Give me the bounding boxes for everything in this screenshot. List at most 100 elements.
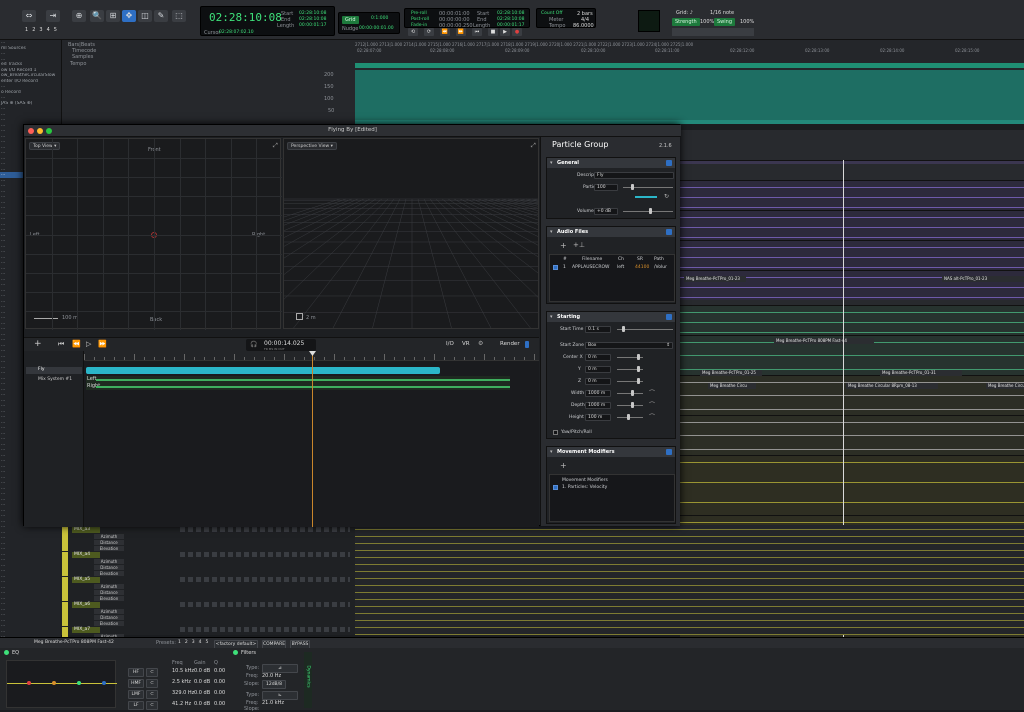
center-y-slider[interactable] (617, 366, 643, 372)
eq-band-gain[interactable]: 0.0 dB (194, 701, 210, 707)
tempo-value[interactable]: 86.0000 (573, 23, 594, 29)
height-slider[interactable] (617, 414, 643, 420)
track-controls[interactable] (180, 627, 350, 632)
mix-track-name[interactable]: MIX_a7 (72, 627, 100, 633)
depth-slider[interactable] (617, 402, 643, 408)
automation-lane[interactable]: Azimuth (94, 559, 124, 564)
time-display[interactable]: 🎧 00:00:14.025 FR MS IN OUT (246, 339, 316, 351)
plugin-playhead[interactable] (312, 351, 313, 527)
add-modifier-icon[interactable]: + (560, 461, 567, 470)
pencil-icon[interactable]: ✎ (154, 10, 168, 22)
track-controls[interactable] (180, 527, 350, 532)
track-controls[interactable] (180, 552, 350, 557)
eq-lf-handle[interactable] (27, 681, 31, 685)
volume-field[interactable]: +0 dB (594, 208, 618, 215)
rtz-icon[interactable]: ⟲ (408, 28, 418, 36)
strength-value[interactable]: 100% (700, 19, 714, 25)
eq-band-shape-icon[interactable]: ⊂ (146, 690, 158, 699)
start-value[interactable]: 02:28:10:08 (299, 11, 326, 16)
clip-lane[interactable] (680, 305, 1024, 335)
magnify-icon[interactable]: 🔍 (90, 10, 104, 22)
height-curve-icon[interactable]: ⌒ (649, 412, 655, 421)
perspective-view-select[interactable]: Perspective View ▾ (287, 142, 337, 150)
track-controls[interactable] (180, 602, 350, 607)
clip-label[interactable]: Meg Breathe-PcTPro_01-25 (700, 370, 762, 376)
stop-icon[interactable]: ■ (488, 28, 498, 36)
clip-lane[interactable] (680, 210, 1024, 240)
zoom-preset-1[interactable]: 1 (25, 27, 28, 33)
movement-info-icon[interactable] (666, 449, 672, 455)
automation-lane[interactable]: Elevation (94, 546, 124, 551)
play-icon[interactable]: ▶ (500, 28, 510, 36)
track-list-item[interactable]: ow_BreatheCircularSlow (0, 73, 61, 79)
io-button[interactable]: I/O (446, 341, 454, 347)
expand-icon[interactable]: ⤢ (273, 142, 278, 150)
eq-band-q[interactable]: 0.00 (214, 679, 225, 685)
record-icon[interactable]: ● (512, 28, 522, 36)
particles-slider[interactable] (623, 184, 673, 190)
depth-curve-icon[interactable]: ⌒ (649, 400, 655, 409)
automation-lane[interactable]: Elevation (94, 596, 124, 601)
mix-track-name[interactable]: MIX_a5 (72, 577, 100, 583)
render-toggle[interactable] (525, 341, 529, 348)
track-controls[interactable] (180, 577, 350, 582)
clip-lane[interactable] (680, 270, 1024, 300)
eq-band-button[interactable]: HMF (128, 679, 144, 688)
clip-lane[interactable] (680, 240, 1024, 270)
f2-freq-value[interactable]: 21.0 kHz (262, 700, 284, 706)
particles-field[interactable]: 100 (594, 184, 618, 191)
audio-files-header[interactable]: Audio Files (547, 227, 675, 237)
automation-lane[interactable]: Azimuth (94, 609, 124, 614)
start-time-slider[interactable] (617, 326, 673, 332)
volume-slider[interactable] (623, 208, 673, 214)
grid-button[interactable]: Grid (342, 16, 359, 24)
yaw-pitch-roll-checkbox[interactable] (553, 430, 558, 435)
starting-info-icon[interactable] (666, 314, 672, 320)
automation-lane[interactable]: Elevation (94, 571, 124, 576)
plugin-titlebar[interactable]: Flying By [Edited] (24, 125, 681, 137)
zoom-preset-3[interactable]: 3 (39, 27, 42, 33)
eq-band-q[interactable]: 0.00 (214, 701, 225, 707)
modifier-enabled-checkbox[interactable] (553, 485, 558, 490)
eq-band-button[interactable]: HF (128, 668, 144, 677)
width-curve-icon[interactable]: ⌒ (649, 388, 655, 397)
preroll-label[interactable]: Pre-roll (411, 11, 427, 16)
general-info-icon[interactable] (666, 160, 672, 166)
vr-button[interactable]: VR (462, 341, 470, 347)
eq-lmf-handle[interactable] (52, 681, 56, 685)
zoom-preset-2[interactable]: 2 (32, 27, 35, 33)
eq-band-shape-icon[interactable]: ⊂ (146, 701, 158, 710)
clip-label[interactable]: Meg Breathe Circular 8Rpm_08-13 (846, 383, 938, 389)
rewind-plugin-icon[interactable]: ⏪ (72, 340, 81, 348)
preset-1[interactable]: 1 (178, 640, 181, 645)
depth-field[interactable]: 1000 m (585, 402, 611, 409)
eq-band-freq[interactable]: 41.2 Hz (172, 701, 191, 707)
trim-icon[interactable]: ⊞ (106, 10, 120, 22)
smart-tool-icon[interactable]: ⬚ (172, 10, 186, 22)
mix-waveform-clip[interactable]: Left Right (86, 376, 510, 390)
fast-forward-icon[interactable]: ⏩ (456, 28, 466, 36)
grabber-icon[interactable]: ✥ (122, 10, 136, 22)
play-plugin-icon[interactable]: ▷ (86, 340, 91, 348)
lower-clips-area[interactable] (355, 525, 1024, 635)
zoom-presets[interactable]: 12345 (25, 27, 57, 33)
rewind-icon[interactable]: ⏪ (440, 28, 450, 36)
clip-lane[interactable] (680, 180, 1024, 210)
f1-freq-value[interactable]: 20.0 Hz (262, 673, 281, 679)
eq-band-gain[interactable]: 0.0 dB (194, 690, 210, 696)
expand-persp-icon[interactable]: ⤢ (531, 142, 536, 150)
to-start-icon[interactable]: ⏮ (58, 340, 64, 349)
settings-gear-icon[interactable]: ⚙ (478, 340, 483, 347)
track-fly[interactable]: Fly (26, 367, 82, 374)
mix-track-name[interactable]: MIX_a4 (72, 552, 100, 558)
start-zone-select[interactable]: Box ⇕ (585, 342, 673, 349)
length-value[interactable]: 00:00:01:17 (299, 23, 326, 28)
swing-button[interactable]: Swing (714, 18, 735, 26)
general-header[interactable]: General (547, 158, 675, 168)
swing-value[interactable]: 100% (740, 19, 754, 25)
clip-name[interactable]: Meg Breathe-PcTPro 808PM Fast-42 (34, 640, 114, 645)
filters-power-icon[interactable] (233, 650, 238, 655)
clip-lane[interactable] (680, 415, 1024, 455)
center-z-field[interactable]: 0 m (585, 378, 611, 385)
eq-band-button[interactable]: LMF (128, 690, 144, 699)
